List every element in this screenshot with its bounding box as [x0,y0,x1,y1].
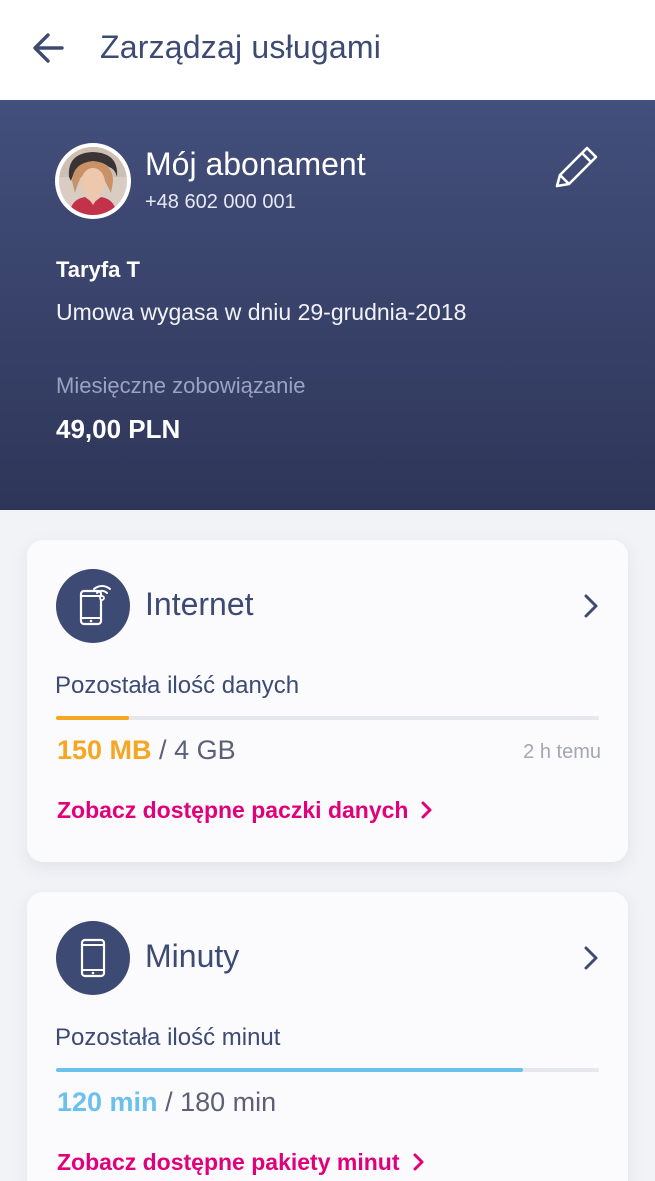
internet-icon-circle [56,569,130,643]
minutes-title: Minuty [145,938,240,974]
subscription-header: Mój abonament +48 602 000 001 Taryfa T U… [0,100,655,510]
phone-wifi-icon [79,585,111,626]
page-title: Zarządzaj usługami [100,29,382,65]
user-photo-icon [59,147,127,215]
arrow-left-icon [33,33,64,63]
data-progress-fill [56,716,130,720]
minutes-packages-link-label: Zobacz dostępne pakiety minut [57,1149,400,1175]
internet-card[interactable]: Internet Pozostała ilość danych 150 MB /… [27,540,628,862]
chevron-right-icon [413,1153,423,1171]
data-packages-link[interactable]: Zobacz dostępne paczki danych [57,797,434,824]
pencil-icon [555,146,598,188]
contract-expiry: Umowa wygasa w dniu 29-grudnia-2018 [56,299,467,325]
minutes-progress-fill [56,1068,523,1072]
data-usage: 150 MB / 4 GB [57,735,236,766]
chevron-right-icon [421,801,432,819]
data-progress-bar [56,716,599,720]
minutes-total-amount: 180 min [180,1087,277,1117]
top-bar: Zarządzaj usługami [0,0,655,100]
commitment-value: 49,00 PLN [56,414,181,444]
minutes-card[interactable]: Minuty Pozostała ilość minut 120 min / 1… [27,892,628,1181]
back-button[interactable] [28,28,72,68]
minutes-icon-circle [56,921,130,995]
data-used-amount: 150 MB [57,735,152,765]
chevron-right-icon[interactable] [579,942,603,974]
subscription-title: Mój abonament [145,146,366,182]
avatar[interactable] [55,143,131,219]
minutes-used-amount: 120 min [57,1087,158,1117]
data-updated-time: 2 h temu [523,741,601,763]
smartphone-icon [80,938,106,978]
minutes-remaining-label: Pozostała ilość minut [55,1024,281,1051]
data-total-amount: 4 GB [174,735,236,765]
minutes-progress-bar [56,1068,599,1072]
minutes-usage: 120 min / 180 min [57,1087,276,1118]
data-separator: / [151,735,175,765]
chevron-right-icon[interactable] [579,590,603,622]
data-packages-link-label: Zobacz dostępne paczki danych [57,797,409,823]
tariff-name: Taryfa T [56,257,140,282]
data-remaining-label: Pozostała ilość danych [55,672,300,699]
internet-title: Internet [145,586,254,622]
minutes-packages-link[interactable]: Zobacz dostępne pakiety minut [57,1149,426,1176]
minutes-separator: / [157,1087,181,1117]
edit-button[interactable] [552,142,602,192]
phone-number: +48 602 000 001 [145,191,296,213]
commitment-label: Miesięczne zobowiązanie [56,373,306,398]
